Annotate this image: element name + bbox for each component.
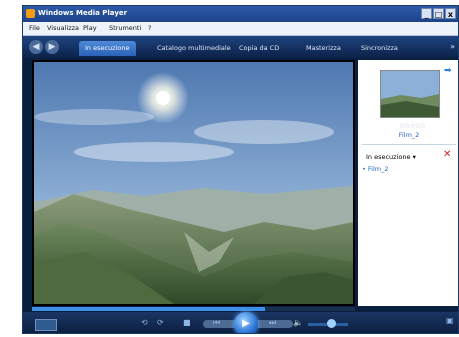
mute-icon[interactable]: 🔈: [293, 318, 303, 327]
landscape-video-frame: [34, 62, 353, 304]
seek-progress: [32, 307, 265, 311]
now-playing-pane: ➡ ☆☆☆☆☆ Film_2 In esecuzione ▾ ✕ • Film_…: [358, 60, 458, 306]
close-button[interactable]: x: [445, 8, 456, 19]
next-icon[interactable]: ⏭: [269, 318, 276, 328]
video-area[interactable]: [32, 60, 355, 306]
tab-in-esecuzione[interactable]: In esecuzione: [79, 41, 136, 56]
forward-icon[interactable]: ▶: [45, 40, 59, 54]
shuffle-icon[interactable]: ⟲: [141, 318, 148, 327]
minimize-button[interactable]: _: [421, 8, 432, 19]
divider: [362, 144, 456, 145]
video-status-icon[interactable]: [35, 319, 57, 331]
volume-knob[interactable]: [327, 319, 336, 328]
playlist-header[interactable]: In esecuzione ▾: [366, 153, 416, 161]
menu-play[interactable]: Play: [83, 24, 97, 32]
menu-bar: File Visualizza Play Strumenti ?: [23, 22, 458, 36]
menu-help[interactable]: ?: [148, 24, 151, 32]
repeat-icon[interactable]: ⟳: [157, 318, 164, 327]
media-title: Film_2: [398, 131, 420, 139]
tab-masterizza[interactable]: Masterizza: [300, 41, 347, 56]
window-title: Windows Media Player: [38, 9, 128, 17]
more-tabs-icon[interactable]: »: [450, 42, 455, 51]
menu-visualizza[interactable]: Visualizza: [47, 24, 79, 32]
playlist-item[interactable]: • Film_2: [362, 165, 389, 173]
rating-stars[interactable]: ☆☆☆☆☆: [382, 122, 442, 130]
back-icon[interactable]: ◀: [29, 40, 43, 54]
app-icon: [26, 9, 35, 18]
seek-bar[interactable]: [32, 307, 355, 311]
tab-sincronizza[interactable]: Sincronizza: [355, 41, 404, 56]
previous-icon[interactable]: ⏮: [213, 318, 220, 328]
fullscreen-icon[interactable]: ▣: [446, 316, 454, 325]
tab-catalogo[interactable]: Catalogo multimediale: [151, 41, 237, 56]
chevron-down-icon: ▾: [412, 153, 416, 161]
title-bar[interactable]: Windows Media Player _ □ x: [23, 6, 458, 22]
maximize-button[interactable]: □: [433, 8, 444, 19]
playback-controls: ⟲ ⟳ ■ ⏮ ▶ ⏭ 🔈 ▣: [23, 312, 458, 333]
window-controls: _ □ x: [421, 8, 456, 19]
play-button[interactable]: ▶: [234, 312, 258, 333]
tab-copia-da-cd[interactable]: Copia da CD: [233, 41, 285, 56]
arrow-right-icon[interactable]: ➡: [444, 66, 452, 76]
delete-icon[interactable]: ✕: [443, 149, 451, 160]
menu-file[interactable]: File: [29, 24, 40, 32]
navigation-bar: ◀ ▶ In esecuzione Catalogo multimediale …: [23, 36, 458, 58]
video-thumbnail[interactable]: [380, 70, 440, 118]
playlist-header-label: In esecuzione: [366, 153, 411, 161]
menu-strumenti[interactable]: Strumenti: [109, 24, 141, 32]
media-player-window: Windows Media Player _ □ x File Visualiz…: [22, 5, 459, 334]
stop-icon[interactable]: ■: [183, 318, 191, 327]
